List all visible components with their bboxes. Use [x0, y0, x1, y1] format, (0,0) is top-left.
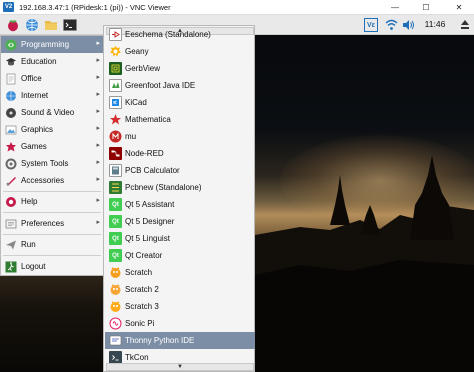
submenu-item-sonic-pi[interactable]: Sonic Pi	[105, 315, 255, 332]
submenu-item-kicad[interactable]: KiCad	[105, 94, 255, 111]
submenu-item-qt5-designer[interactable]: Qt Qt 5 Designer	[105, 213, 255, 230]
programming-icon	[4, 38, 17, 51]
submenu-arrow-icon: ▸	[96, 91, 100, 98]
scratch3-icon	[109, 300, 122, 313]
menu-item-programming[interactable]: Programming ▸	[1, 36, 103, 53]
menu-item-system-tools[interactable]: System Tools ▸	[1, 155, 103, 172]
scratch-icon	[109, 266, 122, 279]
run-icon	[4, 238, 17, 251]
geany-icon	[109, 45, 122, 58]
node-red-icon	[109, 147, 122, 160]
submenu-item-scratch-2[interactable]: Scratch 2	[105, 281, 255, 298]
programming-submenu: ▲ Eeschema (Standalone) Geany GerbView G…	[103, 25, 255, 372]
submenu-arrow-icon: ▸	[96, 142, 100, 149]
menu-item-education[interactable]: Education ▸	[1, 53, 103, 70]
submenu-arrow-icon: ▸	[96, 57, 100, 64]
close-button[interactable]: ✕	[448, 0, 470, 15]
submenu-item-mu[interactable]: mu	[105, 128, 255, 145]
internet-icon	[4, 89, 17, 102]
qt-assistant-icon: Qt	[109, 198, 122, 211]
help-icon	[4, 195, 17, 208]
submenu-item-qt5-assistant[interactable]: Qt Qt 5 Assistant	[105, 196, 255, 213]
scroll-down-button[interactable]: ▼	[106, 363, 254, 371]
thonny-icon	[109, 334, 122, 347]
raspberry-menu-icon[interactable]	[5, 17, 21, 33]
pcb-calculator-icon	[109, 164, 122, 177]
submenu-item-gerbview[interactable]: GerbView	[105, 60, 255, 77]
submenu-arrow-icon: ▸	[96, 176, 100, 183]
kicad-icon	[109, 96, 122, 109]
submenu-arrow-icon: ▸	[96, 159, 100, 166]
preferences-icon	[4, 217, 17, 230]
menu-item-games[interactable]: Games ▸	[1, 138, 103, 155]
submenu-arrow-icon: ▸	[96, 74, 100, 81]
system-tools-icon	[4, 157, 17, 170]
logout-icon	[4, 260, 17, 273]
submenu-item-scratch-3[interactable]: Scratch 3	[105, 298, 255, 315]
menu-item-graphics[interactable]: Graphics ▸	[1, 121, 103, 138]
menu-separator	[3, 191, 101, 192]
menu-item-help[interactable]: Help ▸	[1, 193, 103, 210]
menu-item-preferences[interactable]: Preferences ▸	[1, 215, 103, 232]
submenu-item-geany[interactable]: Geany	[105, 43, 255, 60]
menu-item-office[interactable]: Office ▸	[1, 70, 103, 87]
menu-separator	[3, 234, 101, 235]
sound-video-icon	[4, 106, 17, 119]
mu-icon	[109, 130, 122, 143]
main-menu: Programming ▸ Education ▸ Office ▸ Inter…	[0, 35, 104, 276]
gerbview-icon	[109, 62, 122, 75]
vnc-server-icon[interactable]: Vε	[363, 17, 379, 33]
games-icon	[4, 140, 17, 153]
submenu-arrow-icon: ▸	[96, 40, 100, 47]
greenfoot-icon	[109, 79, 122, 92]
vnc-badge: Vε	[364, 18, 378, 32]
submenu-item-thonny[interactable]: Thonny Python IDE	[105, 332, 255, 349]
volume-icon[interactable]	[401, 17, 415, 33]
submenu-arrow-icon: ▸	[96, 108, 100, 115]
graphics-icon	[4, 123, 17, 136]
submenu-arrow-icon: ▸	[96, 125, 100, 132]
menu-item-logout[interactable]: Logout	[1, 258, 103, 275]
eject-icon[interactable]	[458, 17, 472, 33]
submenu-item-node-red[interactable]: Node-RED	[105, 145, 255, 162]
education-icon	[4, 55, 17, 68]
submenu-arrow-icon: ▸	[96, 219, 100, 226]
menu-separator	[3, 255, 101, 256]
submenu-arrow-icon: ▸	[96, 197, 100, 204]
qt-creator-icon: Qt	[109, 249, 122, 262]
terminal-icon[interactable]	[62, 17, 78, 33]
scratch2-icon	[109, 283, 122, 296]
pcbnew-icon	[109, 181, 122, 194]
sonic-pi-icon	[109, 317, 122, 330]
accessories-icon	[4, 174, 17, 187]
office-icon	[4, 72, 17, 85]
submenu-item-greenfoot[interactable]: Greenfoot Java IDE	[105, 77, 255, 94]
menu-item-run[interactable]: Run	[1, 236, 103, 253]
minimize-button[interactable]: —	[384, 0, 406, 15]
window-title-bar: V2 192.168.3.47:1 (RPidesk:1 (pi)) - VNC…	[0, 0, 474, 15]
menu-separator	[3, 212, 101, 213]
submenu-item-scratch[interactable]: Scratch	[105, 264, 255, 281]
web-browser-icon[interactable]	[24, 17, 40, 33]
clock[interactable]: 11:46	[416, 19, 454, 29]
window-title: 192.168.3.47:1 (RPidesk:1 (pi)) - VNC Vi…	[19, 2, 171, 12]
menu-item-internet[interactable]: Internet ▸	[1, 87, 103, 104]
menu-item-sound-video[interactable]: Sound & Video ▸	[1, 104, 103, 121]
file-manager-icon[interactable]	[43, 17, 59, 33]
vnc-viewer-icon: V2	[3, 2, 14, 12]
qt-designer-icon: Qt	[109, 215, 122, 228]
qt-linguist-icon: Qt	[109, 232, 122, 245]
submenu-item-mathematica[interactable]: Mathematica	[105, 111, 255, 128]
submenu-item-eeschema[interactable]: Eeschema (Standalone)	[105, 26, 255, 43]
menu-item-accessories[interactable]: Accessories ▸	[1, 172, 103, 189]
submenu-item-qt5-linguist[interactable]: Qt Qt 5 Linguist	[105, 230, 255, 247]
submenu-item-pcb-calculator[interactable]: PCB Calculator	[105, 162, 255, 179]
maximize-button[interactable]: ☐	[415, 0, 437, 15]
mathematica-icon	[109, 113, 122, 126]
eeschema-icon	[109, 28, 122, 41]
submenu-item-pcbnew[interactable]: Pcbnew (Standalone)	[105, 179, 255, 196]
wifi-icon[interactable]	[384, 17, 398, 33]
submenu-item-qt-creator[interactable]: Qt Qt Creator	[105, 247, 255, 264]
